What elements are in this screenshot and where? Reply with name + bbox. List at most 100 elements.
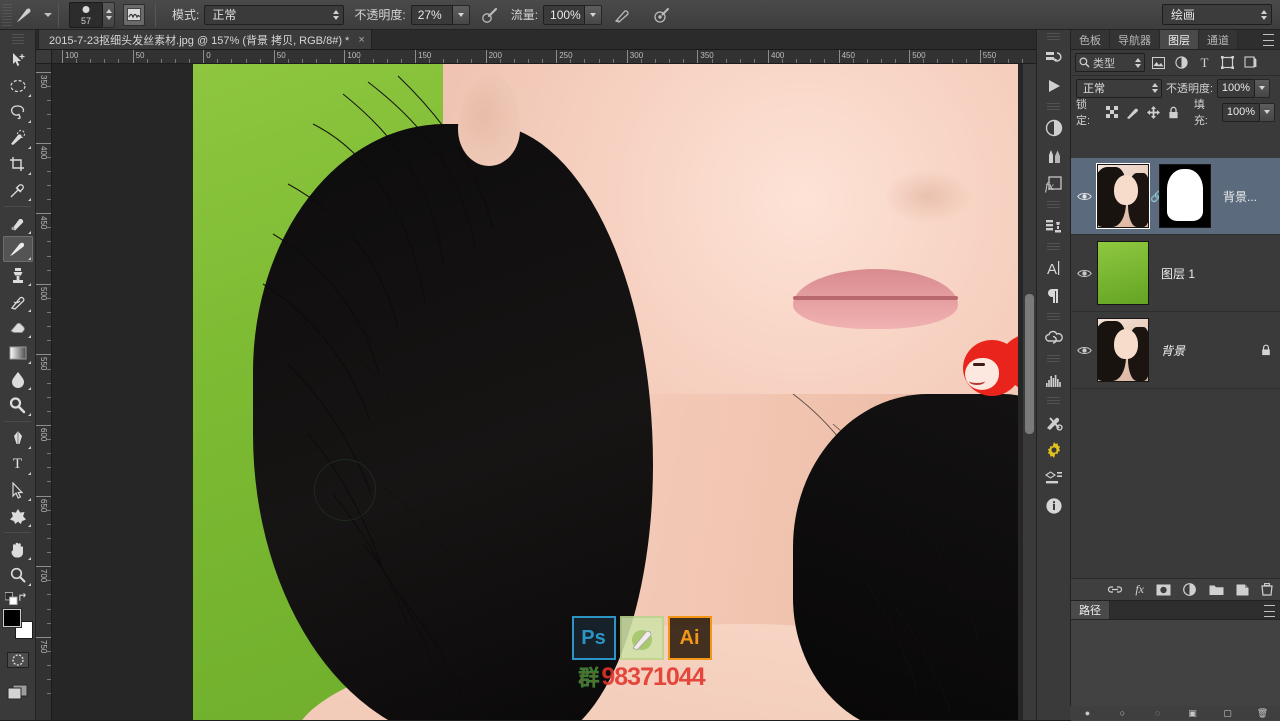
clone-stamp-tool[interactable] [3,262,33,288]
canvas-vertical-scroll-thumb[interactable] [1025,294,1034,434]
eraser-tool[interactable] [3,314,33,340]
new-group-icon[interactable] [1209,584,1224,596]
tool-presets-panel-icon[interactable] [1039,408,1069,436]
brush-panel-toggle-button[interactable] [123,3,145,26]
brush-preset-picker[interactable] [12,4,38,26]
clone-source-panel-icon[interactable] [1039,212,1069,240]
canvas-vertical-scrollbar[interactable] [1023,64,1036,720]
foreground-color-swatch[interactable] [1,608,22,628]
brush-tool[interactable] [2,236,33,262]
path-selection-tool[interactable] [3,477,33,503]
lock-image-pixels-icon[interactable] [1125,104,1141,121]
document-canvas[interactable]: 中 Ps Ai 群 98371044 [193,64,1018,720]
flow-field[interactable]: 100% [543,4,586,25]
marquee-tool[interactable] [3,73,33,99]
fill-chevron-icon[interactable] [1260,102,1275,122]
add-layer-mask-icon[interactable] [1156,584,1171,596]
healing-brush-tool[interactable] [3,210,33,236]
tab-channels[interactable]: 通道 [1199,30,1238,49]
workspace-select[interactable]: 绘画 [1162,4,1272,25]
type-tool[interactable]: T [3,451,33,477]
layer-thumbnail[interactable] [1097,241,1149,305]
crop-tool[interactable] [3,151,33,177]
dock-grip-5[interactable] [1047,313,1060,322]
move-tool[interactable] [3,47,33,73]
layer-blend-mode-select[interactable]: 正常 [1076,78,1162,98]
adjustment-filter-icon[interactable] [1172,53,1191,72]
brush-size-field[interactable]: 57 [69,1,103,28]
lasso-tool[interactable] [3,99,33,125]
layer-list[interactable]: 🔗 背景... 图层 1 背景 [1071,158,1280,578]
table-row[interactable]: 背景 [1071,312,1280,389]
type-filter-icon[interactable]: T [1195,53,1214,72]
tab-swatches[interactable]: 色板 [1071,30,1110,49]
path-to-selection-icon[interactable]: ◌ [1153,708,1163,718]
tab-paths[interactable]: 路径 [1071,601,1110,619]
new-path-icon[interactable]: ▢ [1223,708,1233,718]
character-panel-icon[interactable]: A [1039,254,1069,282]
fill-path-icon[interactable]: ● [1083,708,1093,718]
layer-thumbnail[interactable] [1097,318,1149,382]
creative-cloud-icon[interactable] [1039,324,1069,352]
tablet-pressure-size-icon[interactable] [651,4,673,26]
layer-comps-panel-icon[interactable] [1039,464,1069,492]
ruler-corner[interactable] [36,50,52,64]
flow-slider-chevron-icon[interactable] [585,4,603,25]
layer-name[interactable]: 图层 1 [1149,265,1280,282]
delete-layer-icon[interactable] [1261,583,1273,596]
panel-menu-icon[interactable] [1263,34,1277,46]
tablet-pressure-opacity-icon[interactable] [479,4,501,26]
stroke-path-icon[interactable]: ○ [1118,708,1128,718]
layer-visibility-icon[interactable] [1071,191,1097,202]
new-layer-icon[interactable] [1236,584,1249,596]
layer-mask-thumbnail[interactable] [1159,164,1211,228]
dock-grip-2[interactable] [1047,103,1060,112]
document-tab[interactable]: 2015-7-23抠细头发丝素材.jpg @ 157% (背景 拷贝, RGB/… [38,29,372,49]
pen-tool[interactable] [3,425,33,451]
dodge-tool[interactable] [3,392,33,418]
history-brush-tool[interactable] [3,288,33,314]
default-colors-icon[interactable] [5,592,18,605]
adjustments-panel-icon[interactable] [1039,114,1069,142]
layer-name[interactable]: 背景 [1149,342,1261,359]
vertical-ruler[interactable]: 350 400 450 500 550 600 650 700 750 [36,64,52,720]
brush-size-stepper[interactable] [103,1,115,28]
layer-visibility-icon[interactable] [1071,345,1097,356]
dock-grip-1[interactable] [1047,33,1060,42]
dock-grip-4[interactable] [1047,243,1060,252]
actions-panel-icon[interactable] [1039,72,1069,100]
options-bar-grip[interactable] [2,3,12,26]
airbrush-icon[interactable] [611,4,633,26]
lock-all-icon[interactable] [1165,104,1181,121]
table-row[interactable]: 图层 1 [1071,235,1280,312]
layer-thumbnail[interactable] [1096,163,1150,229]
dock-grip-3[interactable] [1047,201,1060,210]
fill-field[interactable]: 100% [1222,102,1260,122]
shape-tool[interactable] [3,503,33,529]
paths-panel-menu-icon[interactable] [1264,605,1278,617]
history-panel-icon[interactable] [1039,44,1069,72]
histogram-panel-icon[interactable] [1039,366,1069,394]
table-row[interactable]: 🔗 背景... [1071,158,1280,235]
pixel-filter-icon[interactable] [1149,53,1168,72]
layer-visibility-icon[interactable] [1071,268,1097,279]
eyedropper-tool[interactable] [3,177,33,203]
layer-filter-select[interactable]: 类型 [1075,53,1145,72]
gradient-tool[interactable] [3,340,33,366]
zoom-tool[interactable] [3,562,33,588]
tools-panel-grip[interactable] [11,34,24,44]
styles-panel-icon[interactable]: fx [1039,170,1069,198]
quick-selection-tool[interactable] [3,125,33,151]
settings-icon[interactable] [1039,436,1069,464]
shape-filter-icon[interactable] [1218,53,1237,72]
close-icon[interactable]: × [358,34,364,46]
tab-layers[interactable]: 图层 [1160,30,1199,49]
canvas-area[interactable]: 中 Ps Ai 群 98371044 [52,64,1036,720]
swap-colors-icon[interactable] [18,592,30,604]
smart-object-filter-icon[interactable] [1241,53,1260,72]
delete-path-icon[interactable]: 🗑 [1257,708,1268,718]
hand-tool[interactable] [3,536,33,562]
quick-mask-icon[interactable] [3,647,33,673]
link-layers-icon[interactable] [1107,584,1123,595]
paragraph-panel-icon[interactable] [1039,282,1069,310]
